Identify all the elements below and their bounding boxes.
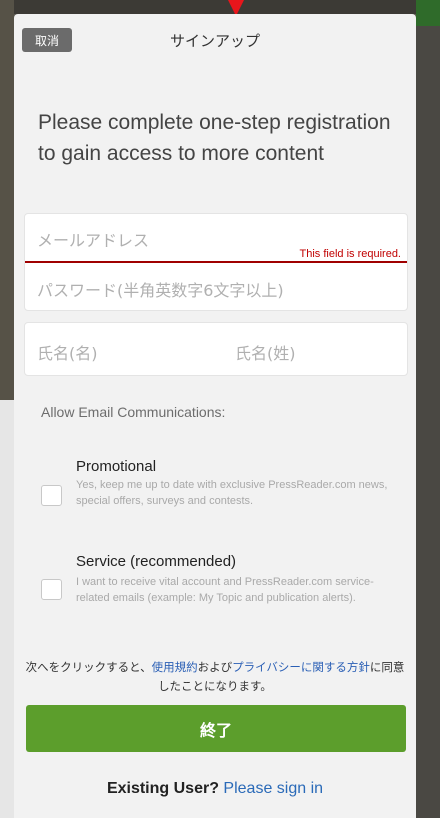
email-field[interactable]: メールアドレス [37,227,149,251]
first-name-field[interactable]: 氏名(名) [37,340,98,364]
dialog-title: サインアップ [169,32,260,50]
background-page-top [0,0,440,14]
dialog-header: 取消 サインアップ [14,14,416,70]
password-field[interactable]: パスワード(半角英数字6文字以上) [37,277,284,301]
name-card: 氏名(名) 氏名(姓) [24,322,408,376]
promotional-title: Promotional [76,458,157,475]
background-page-left-lower [0,400,14,818]
email-communications-label: Allow Email Communications: [41,404,226,420]
terms-and: および [197,660,233,674]
privacy-policy-link[interactable]: プライバシーに関する方針 [232,660,370,674]
email-error-underline [25,261,407,263]
background-page-left [0,0,14,400]
promotional-checkbox[interactable] [41,485,62,506]
email-error-message: This field is required. [299,248,402,260]
terms-prefix: 次へをクリックすると、 [25,660,152,674]
registration-headline: Please complete one-step registration to… [38,111,391,165]
terms-notice: 次へをクリックすると、使用規約およびプライバシーに関する方針に同意したことになり… [24,658,406,696]
service-checkbox[interactable] [41,579,62,600]
last-name-field[interactable]: 氏名(姓) [235,340,296,364]
service-description: I want to receive vital account and Pres… [76,576,374,604]
promotional-description: Yes, keep me up to date with exclusive P… [76,479,388,507]
service-title: Service (recommended) [76,553,237,570]
existing-user-question: Existing User? [106,780,219,797]
background-page-right-top [416,0,440,26]
credentials-card: メールアドレス This field is required. パスワード(半角… [24,213,408,311]
signup-dialog: 取消 サインアップ Please complete one-step regis… [14,14,416,818]
sign-in-link[interactable]: Please sign in [223,780,323,797]
finish-button[interactable]: 終了 [26,705,406,752]
existing-user-row: Existing User? Please sign in [14,780,416,798]
background-page-right [416,0,440,818]
terms-of-use-link[interactable]: 使用規約 [152,660,198,674]
